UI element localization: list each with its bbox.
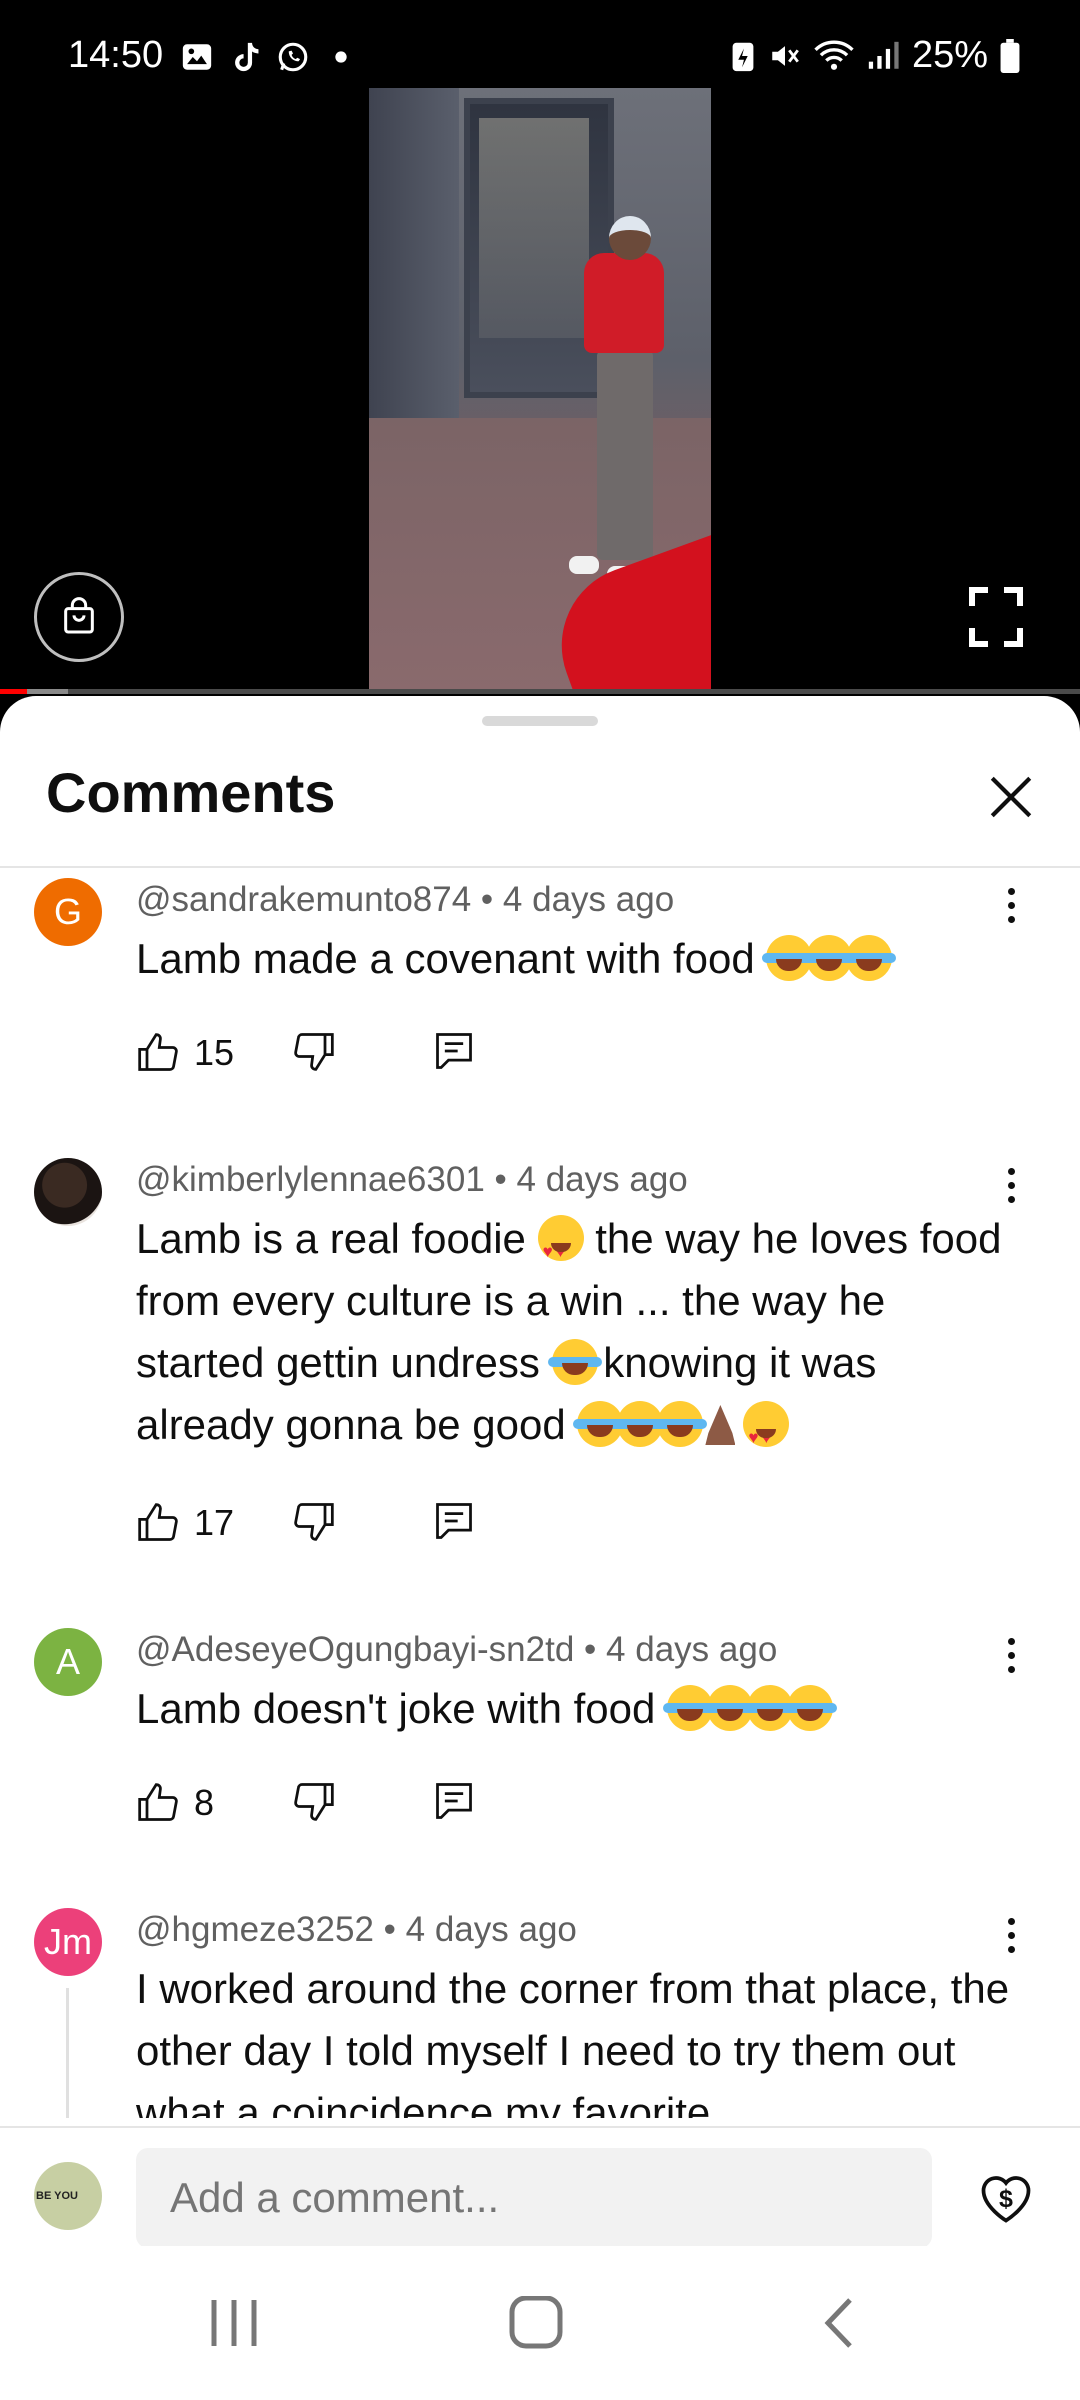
thread-line: [66, 1988, 69, 2118]
comment-more-button[interactable]: [996, 1630, 1026, 1680]
comment-meta: @AdeseyeOgungbayi-sn2td • 4 days ago: [136, 1630, 777, 1670]
comment-text: Lamb is a real foodie the way he loves f…: [136, 1208, 1016, 1469]
whatsapp-icon: [278, 42, 308, 72]
comment-text-part: Lamb made a covenant with food: [136, 935, 755, 982]
praying-hands-emoji: [697, 1401, 743, 1447]
home-icon[interactable]: [506, 2296, 566, 2350]
like-count: 17: [194, 1502, 235, 1543]
battery-percent: 25%: [911, 34, 988, 76]
meta-separator: •: [584, 1630, 597, 1669]
reply-button[interactable]: [432, 1499, 492, 1548]
comment-author[interactable]: @hgmeze3252: [136, 1910, 374, 1949]
comment-time: 4 days ago: [502, 880, 675, 919]
like-count: 8: [194, 1782, 215, 1823]
comment-time: 4 days ago: [516, 1160, 688, 1199]
battery-icon: [1000, 38, 1020, 73]
thumbs-up-icon: [138, 1783, 178, 1821]
avatar[interactable]: Jm: [34, 1908, 102, 1976]
status-left-icons: [180, 40, 358, 74]
comment-text: Lamb made a covenant with food: [136, 928, 1016, 990]
shopping-bag-button[interactable]: [34, 572, 124, 662]
avatar[interactable]: G: [34, 878, 102, 946]
super-thanks-icon[interactable]: $: [976, 2168, 1036, 2228]
thumbs-down-icon: [294, 1502, 334, 1541]
comment-author[interactable]: @sandrakemunto874: [136, 880, 471, 919]
comments-list[interactable]: G @sandrakemunto874 • 4 days ago Lamb ma…: [0, 868, 1080, 2118]
gallery-icon: [182, 44, 212, 70]
comment-more-button[interactable]: [996, 1910, 1026, 1960]
comment-actions: 15: [136, 1028, 492, 1078]
comment-text-part: Lamb is a real foodie: [136, 1215, 538, 1262]
laughing-emoji: [547, 1339, 602, 1385]
comment-text-part: I worked around the corner from that pla…: [136, 1965, 1010, 2118]
thumbs-up-icon: [138, 1503, 178, 1541]
drag-handle[interactable]: [482, 716, 598, 726]
dislike-button[interactable]: [292, 1499, 432, 1548]
recent-apps-icon[interactable]: [204, 2296, 264, 2350]
comments-title: Comments: [46, 761, 336, 824]
thumbs-down-icon: [294, 1782, 334, 1821]
comment-actions: 17: [136, 1498, 492, 1548]
status-bar: 14:50 25%: [0, 0, 1080, 90]
svg-text:$: $: [999, 2185, 1013, 2213]
comment-author[interactable]: @AdeseyeOgungbayi-sn2td: [136, 1630, 574, 1669]
video-progress-bar[interactable]: [0, 689, 1080, 694]
status-right: 25%: [730, 34, 1020, 77]
comment-input-bar: BE YOU $: [0, 2126, 1080, 2248]
battery-saver-icon: [732, 42, 754, 71]
close-icon[interactable]: [986, 772, 1036, 822]
thumbs-up-icon: [138, 1033, 178, 1071]
meta-separator: •: [480, 880, 494, 919]
avatar[interactable]: A: [34, 1628, 102, 1696]
like-button[interactable]: 15: [136, 1031, 292, 1075]
laughing-emoji: [783, 1685, 838, 1731]
dislike-button[interactable]: [292, 1029, 432, 1078]
reply-icon: [436, 1032, 472, 1069]
back-icon[interactable]: [810, 2296, 870, 2350]
comment-meta: @hgmeze3252 • 4 days ago: [136, 1910, 577, 1950]
reply-icon: [436, 1502, 472, 1539]
heart-eyes-emoji: [743, 1401, 790, 1469]
system-nav-bar: [0, 2246, 1080, 2400]
like-count: 15: [194, 1032, 235, 1073]
tiktok-icon: [235, 42, 259, 72]
comment-text-part: Lamb doesn't joke with food: [136, 1685, 656, 1732]
fullscreen-icon[interactable]: [968, 586, 1024, 648]
dislike-button[interactable]: [292, 1779, 432, 1828]
reply-button[interactable]: [432, 1029, 492, 1078]
avatar-text: BE YOU: [36, 2190, 78, 2202]
reply-button[interactable]: [432, 1779, 492, 1828]
mute-icon: [772, 45, 799, 66]
my-avatar[interactable]: BE YOU: [34, 2162, 102, 2230]
like-button[interactable]: 17: [136, 1501, 292, 1545]
comment-input[interactable]: [136, 2148, 932, 2248]
thumbs-down-icon: [294, 1032, 334, 1071]
heart-eyes-emoji: [537, 1215, 584, 1283]
comment-more-button[interactable]: [996, 880, 1026, 930]
comment-meta: @kimberlylennae6301 • 4 days ago: [136, 1160, 688, 1200]
comment-text: I worked around the corner from that pla…: [136, 1958, 1016, 2118]
like-button[interactable]: 8: [136, 1781, 292, 1825]
comment-time: 4 days ago: [606, 1630, 778, 1669]
status-time: 14:50: [68, 34, 164, 76]
signal-icon: [868, 41, 899, 69]
comment-more-button[interactable]: [996, 1160, 1026, 1210]
comment-author[interactable]: @kimberlylennae6301: [136, 1160, 485, 1199]
progress-played: [0, 689, 27, 694]
comment-time: 4 days ago: [405, 1910, 577, 1949]
comment-actions: 8: [136, 1778, 492, 1828]
avatar[interactable]: [34, 1158, 102, 1226]
dot-icon: [335, 51, 347, 63]
meta-separator: •: [383, 1910, 396, 1949]
comment-meta: @sandrakemunto874 • 4 days ago: [136, 880, 674, 920]
reply-icon: [436, 1782, 472, 1819]
meta-separator: •: [494, 1160, 507, 1199]
wifi-icon: [814, 40, 854, 70]
progress-buffered: [27, 689, 69, 694]
shopping-bag-icon: [64, 597, 94, 634]
comment-text: Lamb doesn't joke with food: [136, 1678, 1016, 1740]
laughing-emoji: [842, 935, 897, 981]
video-frame[interactable]: [369, 88, 711, 694]
